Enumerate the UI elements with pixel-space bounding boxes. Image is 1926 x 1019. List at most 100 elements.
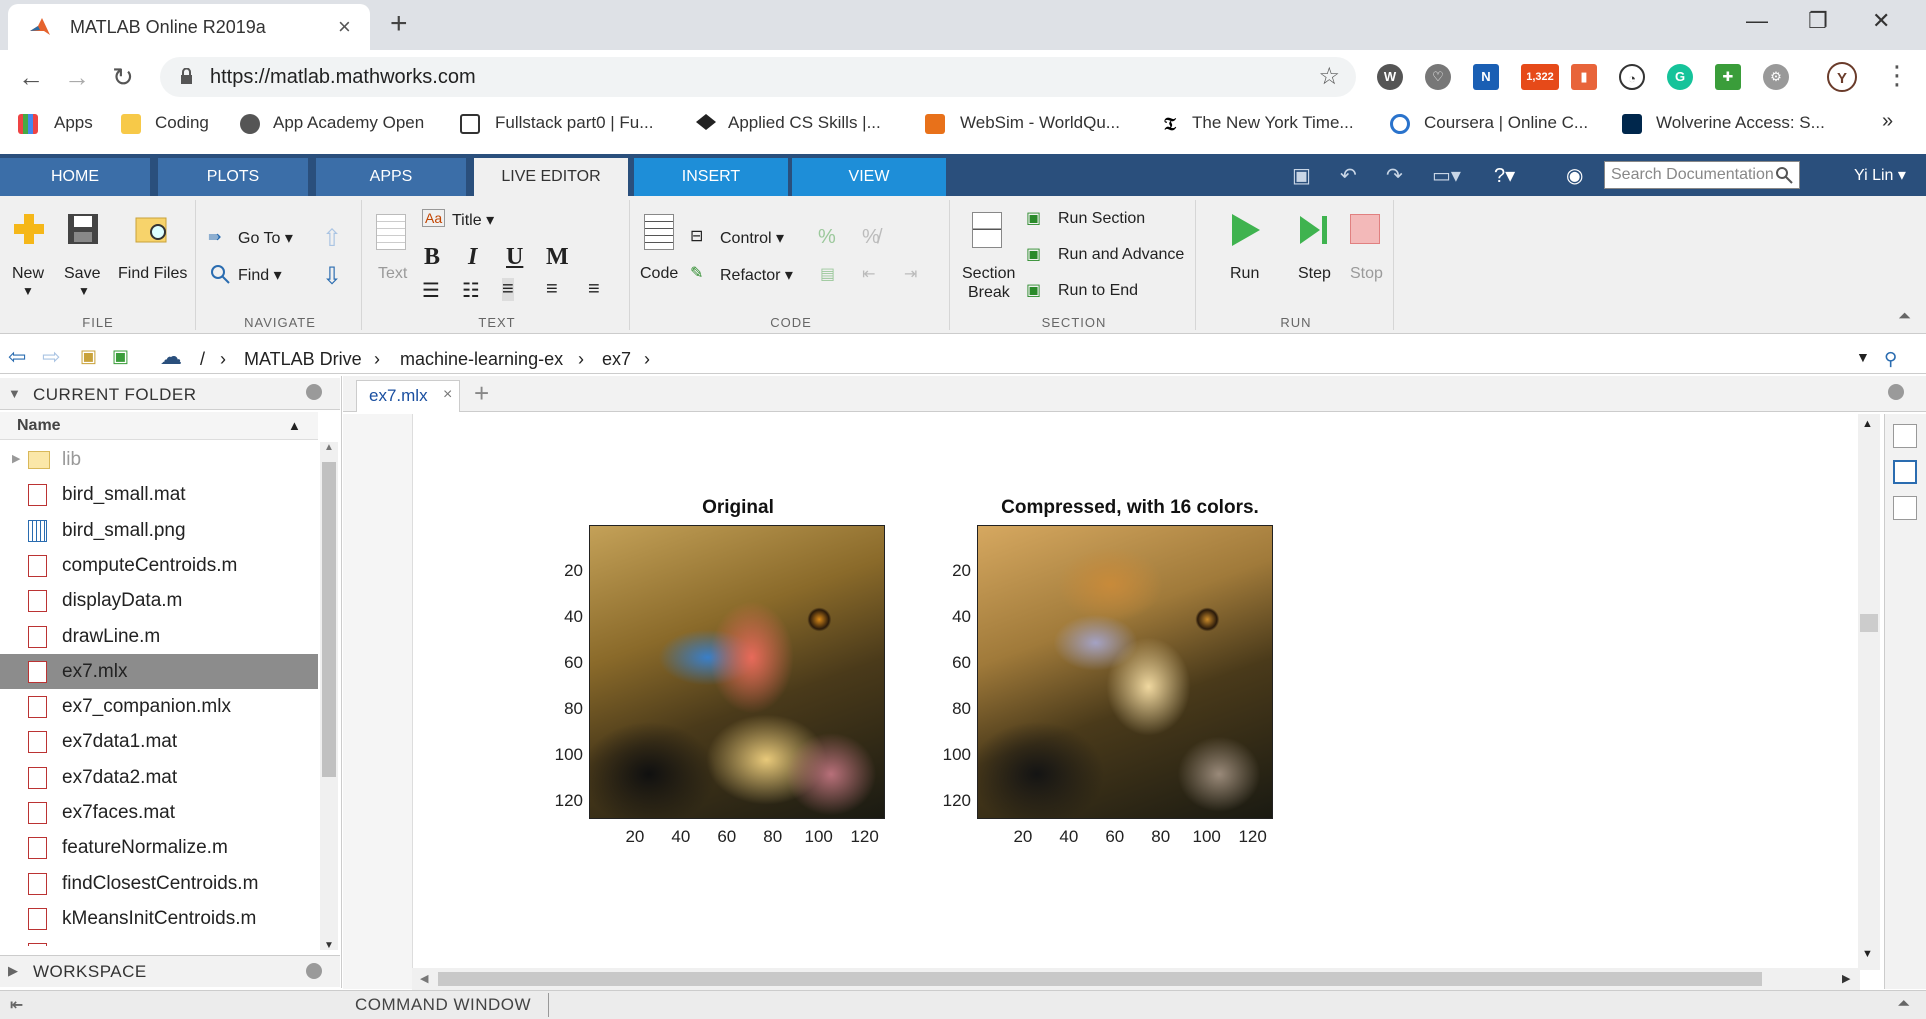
new-dropdown-icon[interactable]: ▼	[22, 284, 34, 298]
align-left-icon[interactable]: ≡	[502, 278, 514, 301]
align-center-icon[interactable]: ≡	[546, 278, 558, 301]
new-tab-icon[interactable]: +	[390, 7, 408, 41]
refactor-dropdown[interactable]: Refactor ▾	[720, 265, 793, 285]
bookmark-apps[interactable]: Apps	[54, 113, 93, 133]
extension-n-icon[interactable]: N	[1473, 64, 1499, 90]
path-crumb-matlab-drive[interactable]: MATLAB Drive	[244, 349, 362, 370]
numbered-list-icon[interactable]: ☷	[462, 278, 480, 303]
path-forward-icon[interactable]: ⇨	[42, 344, 60, 370]
output-right-icon[interactable]	[1893, 424, 1917, 448]
tab-home[interactable]: HOME	[0, 158, 150, 196]
close-editor-tab-icon[interactable]: ×	[443, 386, 452, 404]
profile-avatar[interactable]: Y	[1827, 62, 1857, 92]
goto-button[interactable]: Go To ▾	[238, 228, 293, 248]
editor-horizontal-scroll-thumb[interactable]	[438, 972, 1762, 986]
next-icon[interactable]: ⇩	[322, 262, 342, 291]
undo-icon[interactable]: ↶	[1340, 163, 1357, 188]
collapse-panel-icon[interactable]: ▼	[8, 386, 21, 401]
file-row[interactable]: ex7data1.mat	[0, 724, 318, 759]
search-documentation-input[interactable]: Search Documentation	[1604, 161, 1800, 189]
file-row[interactable]: ex7faces.mat	[0, 795, 318, 830]
name-column-header[interactable]: Name ▲	[0, 412, 318, 440]
run-advance-button[interactable]: Run and Advance	[1058, 246, 1184, 264]
bookmark-websim[interactable]: WebSim - WorldQu...	[960, 113, 1120, 133]
close-window-icon[interactable]: ✕	[1872, 8, 1890, 34]
increase-indent-icon[interactable]: ⇥	[904, 264, 917, 284]
bookmark-coding[interactable]: Coding	[155, 113, 209, 133]
text-button[interactable]: Text	[378, 265, 407, 283]
previous-icon[interactable]: ⇧	[322, 224, 342, 253]
file-row[interactable]: ex7.mlx	[0, 653, 318, 689]
file-row[interactable]: bird_small.mat	[0, 477, 318, 512]
editor-vertical-scrollbar[interactable]: ▲ ▼	[1858, 414, 1880, 970]
file-row[interactable]: bird_small.png	[0, 513, 318, 548]
path-crumb-ex7[interactable]: ex7	[602, 349, 631, 370]
bookmark-fullstack[interactable]: Fullstack part0 | Fu...	[495, 113, 653, 133]
step-button[interactable]: Step	[1298, 265, 1331, 283]
file-row[interactable]: pca.m	[0, 936, 318, 947]
editor-scroll-left-icon[interactable]: ◀	[420, 972, 428, 985]
command-window-collapse-icon[interactable]: ⏶	[1898, 995, 1909, 1012]
path-dropdown-icon[interactable]: ▼	[1856, 349, 1870, 365]
current-folder-header[interactable]: ▼ CURRENT FOLDER	[0, 378, 340, 410]
file-row[interactable]: findClosestCentroids.m	[0, 866, 318, 901]
bookmark-star-icon[interactable]: ☆	[1318, 62, 1340, 91]
quick-save-icon[interactable]: ▣	[1292, 163, 1311, 188]
bullet-list-icon[interactable]: ☰	[422, 278, 440, 303]
decrease-indent-icon[interactable]: ⇤	[862, 264, 875, 284]
bookmark-applied-cs[interactable]: Applied CS Skills |...	[728, 113, 881, 133]
browse-folder-icon[interactable]: ▣	[112, 346, 129, 367]
file-list-scroll-thumb[interactable]	[322, 462, 336, 777]
underline-button[interactable]: U	[506, 244, 523, 271]
file-row[interactable]: drawLine.m	[0, 619, 318, 654]
bookmark-wolverine[interactable]: Wolverine Access: S...	[1656, 113, 1825, 133]
browser-menu-icon[interactable]: ⋮	[1884, 60, 1910, 91]
monospace-button[interactable]: M	[546, 244, 569, 271]
redo-icon[interactable]: ↷	[1386, 163, 1403, 188]
tab-live-editor[interactable]: LIVE EDITOR	[474, 158, 628, 196]
editor-scroll-down-icon[interactable]: ▼	[1862, 948, 1873, 960]
up-folder-icon[interactable]: ▣	[80, 346, 97, 367]
path-root[interactable]: /	[200, 349, 205, 370]
original-image-plot[interactable]	[589, 525, 885, 819]
tab-plots[interactable]: PLOTS	[158, 158, 308, 196]
stop-button[interactable]: Stop	[1350, 265, 1383, 283]
scroll-down-icon[interactable]: ▼	[324, 940, 334, 951]
text-style-dropdown[interactable]: Title ▾	[452, 210, 494, 230]
uncomment-icon[interactable]: %̸	[862, 226, 880, 249]
community-icon[interactable]: ◉	[1566, 163, 1583, 188]
extension-wordpress-icon[interactable]: W	[1377, 64, 1403, 90]
new-editor-tab-icon[interactable]: +	[474, 378, 489, 409]
tab-insert[interactable]: INSERT	[634, 158, 788, 196]
code-button[interactable]: Code	[640, 265, 678, 283]
save-dropdown-icon[interactable]: ▼	[78, 284, 90, 298]
file-row[interactable]: ex7_companion.mlx	[0, 689, 318, 724]
extension-speed-icon[interactable]: ◔	[1619, 64, 1645, 90]
url-bar[interactable]: https://matlab.mathworks.com ☆	[160, 57, 1356, 97]
bold-button[interactable]: B	[424, 244, 440, 271]
expand-folder-icon[interactable]: ▶	[12, 452, 20, 465]
folder-row[interactable]: ▶ lib	[0, 442, 318, 477]
command-window-bar[interactable]: ⇤ COMMAND WINDOW ⏶	[0, 990, 1926, 1019]
run-button[interactable]: Run	[1230, 265, 1259, 283]
layout-icon[interactable]: ▭▾	[1432, 163, 1461, 188]
workspace-options-icon[interactable]	[306, 963, 322, 979]
editor-scroll-right-icon[interactable]: ▶	[1842, 972, 1850, 985]
find-button[interactable]: Find ▾	[238, 265, 282, 285]
control-dropdown[interactable]: Control ▾	[720, 228, 784, 248]
new-button[interactable]: New	[12, 265, 44, 283]
output-inline-icon[interactable]	[1893, 460, 1917, 484]
run-section-button[interactable]: Run Section	[1058, 210, 1145, 228]
scroll-up-icon[interactable]: ▲	[324, 442, 334, 453]
extension-office-icon[interactable]: ▮	[1571, 64, 1597, 90]
file-row[interactable]: featureNormalize.m	[0, 830, 318, 865]
tab-view[interactable]: VIEW	[792, 158, 946, 196]
extension-counter-badge[interactable]: 1,322	[1521, 64, 1559, 90]
bookmark-coursera[interactable]: Coursera | Online C...	[1424, 113, 1588, 133]
editor-scroll-thumb[interactable]	[1860, 614, 1878, 632]
comment-icon[interactable]: %	[818, 226, 836, 249]
extension-shield-icon[interactable]: ✚	[1715, 64, 1741, 90]
panel-options-icon[interactable]	[306, 384, 322, 400]
collapse-toolstrip-icon[interactable]: ⏶	[1898, 308, 1911, 326]
wrap-comments-icon[interactable]: ▤	[820, 264, 835, 284]
